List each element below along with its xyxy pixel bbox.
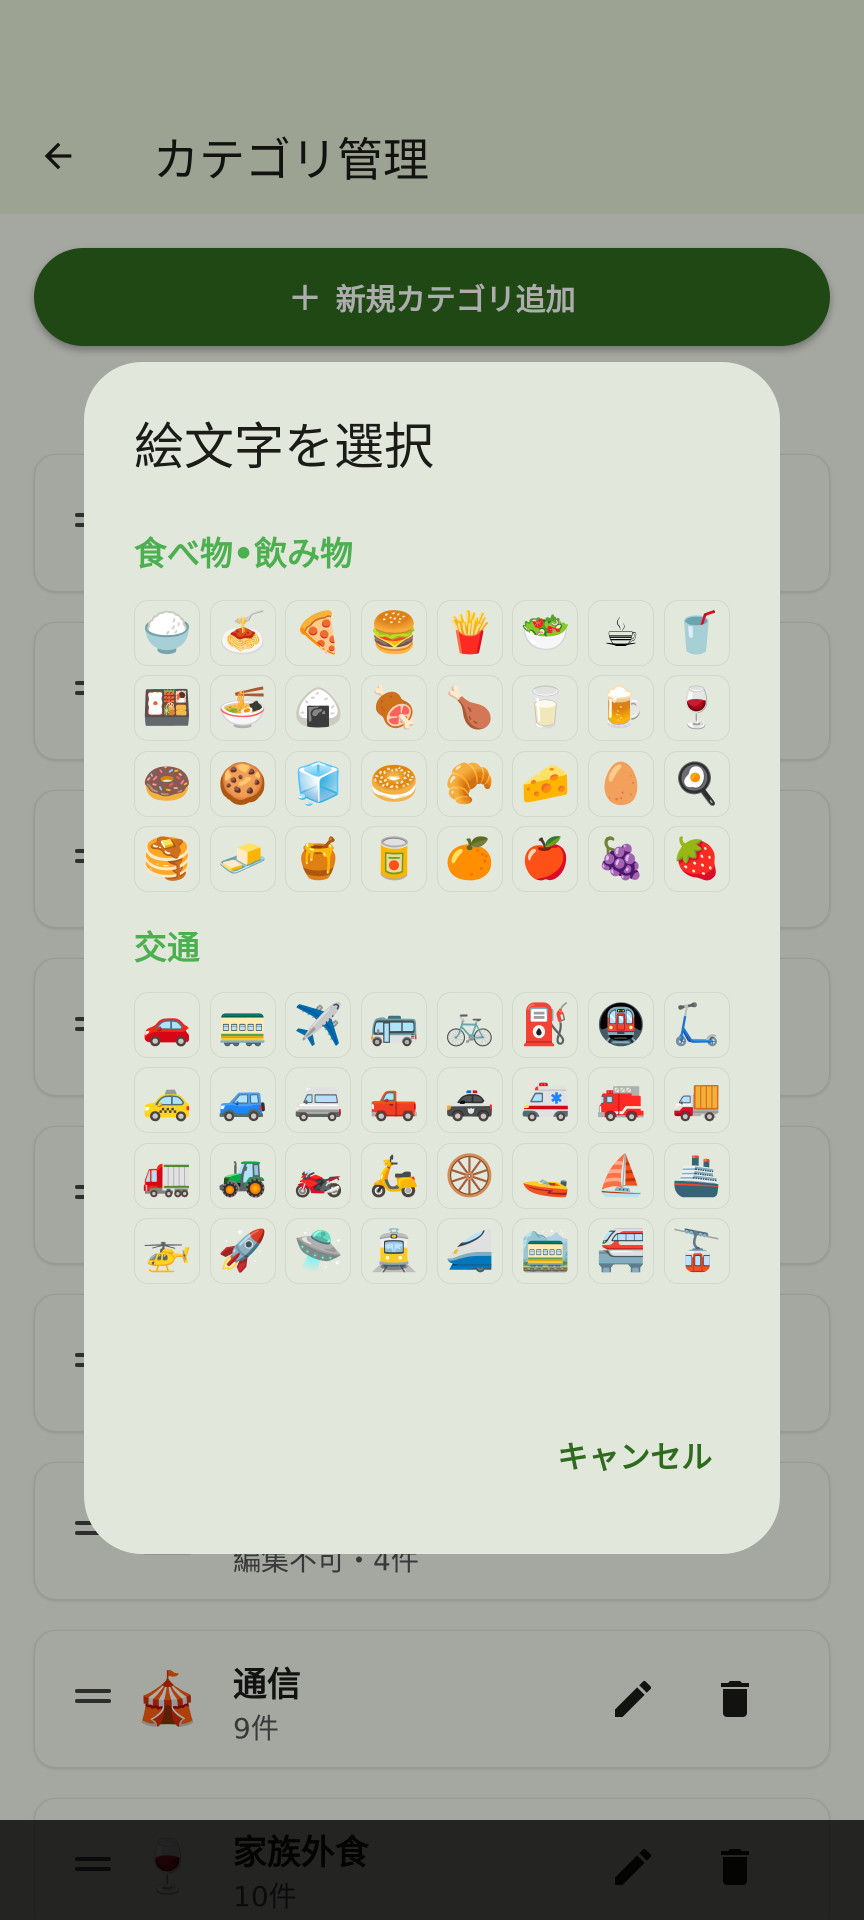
emoji-grid: 🚗 🚃 ✈️ 🚌 🚲 ⛽ 🚇 🛴 🚕 🚙 🚐 🛻 🚓 🚑 🚒 🚚 🚛 🚜 🏍️ 🛵 🛞 🚤 ⛵ 🚢 🚁 🚀 🛸 🚊 🚄 🚞 🚝 🚡 [134, 992, 730, 1284]
emoji-option[interactable]: 🍜 [209, 675, 276, 742]
emoji-option[interactable]: ⛽ [512, 992, 579, 1058]
emoji-option[interactable]: 🥐 [436, 750, 503, 817]
emoji-option[interactable]: 🛻 [361, 1067, 428, 1134]
emoji-option[interactable]: 🍓 [663, 825, 730, 892]
emoji-option[interactable]: 🚲 [436, 992, 503, 1058]
emoji-option[interactable]: 🚢 [663, 1142, 730, 1209]
emoji-scroll-area[interactable]: 食べ物•飲み物 🍚 🍝 🍕 🍔 🍟 🥗 ☕ 🥤 🍱 🍜 🍙 🍖 🍗 🥛 🍺 🍷 🍩 🍪 🧊 🥯 🥐 🧀 🥚 🍳 🥞 🧈 🍯 🥫 🍊 🍎 🍇 🍓 交… [84, 532, 780, 1324]
emoji-option[interactable]: 🚁 [134, 1217, 200, 1284]
emoji-option[interactable]: 🚓 [436, 1067, 503, 1134]
emoji-grid: 🍚 🍝 🍕 🍔 🍟 🥗 ☕ 🥤 🍱 🍜 🍙 🍖 🍗 🥛 🍺 🍷 🍩 🍪 🧊 🥯 🥐 🧀 🥚 🍳 🥞 🧈 🍯 🥫 🍊 🍎 🍇 🍓 [134, 600, 730, 892]
dialog-title: 絵文字を選択 [134, 418, 434, 476]
emoji-option[interactable]: 🏍️ [285, 1142, 352, 1209]
emoji-option[interactable]: 🚗 [134, 992, 200, 1058]
emoji-option[interactable]: 🍎 [512, 825, 579, 892]
emoji-option[interactable]: 🛴 [663, 992, 730, 1058]
emoji-option[interactable]: 🚐 [285, 1067, 352, 1134]
emoji-option[interactable]: 🥗 [512, 600, 579, 666]
emoji-option[interactable]: 🥞 [134, 825, 200, 892]
emoji-option[interactable]: 🚡 [663, 1217, 730, 1284]
emoji-option[interactable]: 🍱 [134, 675, 200, 742]
emoji-option[interactable]: 🚞 [512, 1217, 579, 1284]
emoji-option[interactable]: ✈️ [285, 992, 352, 1058]
emoji-option[interactable]: 🍊 [436, 825, 503, 892]
emoji-option[interactable]: 🚕 [134, 1067, 200, 1134]
emoji-option[interactable]: 🚜 [209, 1142, 276, 1209]
emoji-option[interactable]: 🛞 [436, 1142, 503, 1209]
emoji-option[interactable]: 🍩 [134, 750, 200, 817]
emoji-option[interactable]: ⛵ [588, 1142, 655, 1209]
emoji-option[interactable]: 🚒 [588, 1067, 655, 1134]
emoji-option[interactable]: 🍙 [285, 675, 352, 742]
emoji-option[interactable]: 🚇 [588, 992, 655, 1058]
emoji-option[interactable]: 🍪 [209, 750, 276, 817]
emoji-picker-dialog: 絵文字を選択 食べ物•飲み物 🍚 🍝 🍕 🍔 🍟 🥗 ☕ 🥤 🍱 🍜 🍙 🍖 🍗 🥛 🍺 🍷 🍩 🍪 🧊 🥯 🥐 🧀 🥚 🍳 🥞 🧈… [84, 362, 780, 1554]
emoji-option[interactable]: 🧊 [285, 750, 352, 817]
emoji-option[interactable]: 🍇 [588, 825, 655, 892]
emoji-option[interactable]: 🍯 [285, 825, 352, 892]
section-title: 交通 [134, 928, 200, 967]
emoji-option[interactable]: ☕ [588, 600, 655, 666]
emoji-option[interactable]: 🥫 [361, 825, 428, 892]
emoji-option[interactable]: 🛵 [361, 1142, 428, 1209]
emoji-option[interactable]: 🥛 [512, 675, 579, 742]
emoji-option[interactable]: 🚀 [209, 1217, 276, 1284]
emoji-option[interactable]: 🚝 [588, 1217, 655, 1284]
system-nav-bar [0, 1820, 864, 1920]
section-title: エンタメ・趣味 [134, 1320, 364, 1324]
emoji-option[interactable]: 🍚 [134, 600, 200, 666]
emoji-option[interactable]: 🚌 [361, 992, 428, 1058]
emoji-option[interactable]: 🚤 [512, 1142, 579, 1209]
emoji-option[interactable]: 🍟 [436, 600, 503, 666]
emoji-option[interactable]: 🧈 [209, 825, 276, 892]
emoji-option[interactable]: 🥤 [663, 600, 730, 666]
emoji-option[interactable]: 🍺 [588, 675, 655, 742]
section-title: 食べ物•飲み物 [134, 534, 354, 573]
cancel-button[interactable]: キャンセル [540, 1422, 730, 1486]
emoji-option[interactable]: 🍷 [663, 675, 730, 742]
emoji-option[interactable]: 🛸 [285, 1217, 352, 1284]
emoji-option[interactable]: 🍳 [663, 750, 730, 817]
emoji-option[interactable]: 🚄 [436, 1217, 503, 1284]
emoji-option[interactable]: 🚃 [209, 992, 276, 1058]
emoji-option[interactable]: 🚚 [663, 1067, 730, 1134]
emoji-option[interactable]: 🚙 [209, 1067, 276, 1134]
emoji-option[interactable]: 🍗 [436, 675, 503, 742]
emoji-option[interactable]: 🥚 [588, 750, 655, 817]
emoji-option[interactable]: 🥯 [361, 750, 428, 817]
emoji-option[interactable]: 🍔 [361, 600, 428, 666]
emoji-option[interactable]: 🚑 [512, 1067, 579, 1134]
emoji-option[interactable]: 🍕 [285, 600, 352, 666]
emoji-option[interactable]: 🍝 [209, 600, 276, 666]
emoji-option[interactable]: 🧀 [512, 750, 579, 817]
emoji-option[interactable]: 🚊 [361, 1217, 428, 1284]
emoji-option[interactable]: 🚛 [134, 1142, 200, 1209]
emoji-option[interactable]: 🍖 [361, 675, 428, 742]
